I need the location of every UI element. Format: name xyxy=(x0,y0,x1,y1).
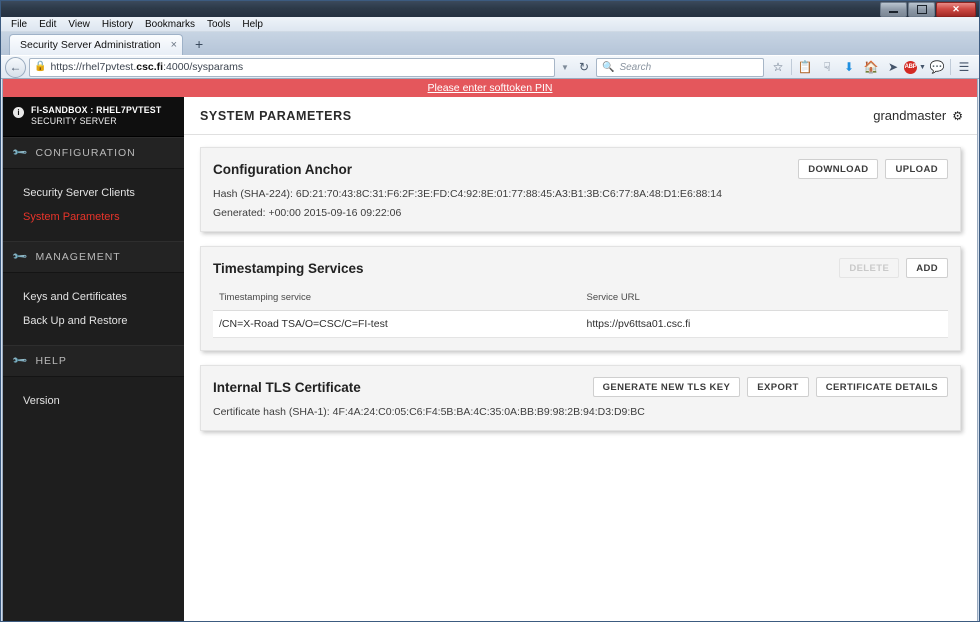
table-header-row: Timestamping service Service URL xyxy=(213,286,948,311)
cell-timestamping-service: /CN=X-Road TSA/O=CSC/C=FI-test xyxy=(213,310,581,338)
address-bar[interactable]: 🔒 https://rhel7pvtest.csc.fi:4000/syspar… xyxy=(29,57,556,77)
download-button[interactable]: DOWNLOAD xyxy=(798,158,879,180)
close-button[interactable]: ✕ xyxy=(936,1,976,17)
softtoken-pin-link[interactable]: Please enter softtoken PIN xyxy=(428,82,553,94)
tab-close-icon[interactable]: × xyxy=(171,39,177,51)
panel-title: Internal TLS Certificate xyxy=(213,379,361,395)
home-icon[interactable]: 🏠 xyxy=(860,57,882,77)
certificate-details-button[interactable]: CERTIFICATE DETAILS xyxy=(815,376,948,398)
menu-bar: File Edit View History Bookmarks Tools H… xyxy=(1,17,979,32)
panel-configuration-anchor: Configuration Anchor DOWNLOAD UPLOAD Has… xyxy=(200,147,961,232)
menu-help[interactable]: Help xyxy=(236,19,269,30)
wrench-icon: 🔧 xyxy=(12,144,30,162)
downloads-icon[interactable]: ⬇ xyxy=(838,57,860,77)
page-title: SYSTEM PARAMETERS xyxy=(200,108,352,123)
menu-file[interactable]: File xyxy=(5,19,33,30)
menu-view[interactable]: View xyxy=(62,19,96,30)
toolbar-divider-2 xyxy=(950,59,951,75)
back-arrow-icon: ← xyxy=(9,60,22,74)
panel-title: Configuration Anchor xyxy=(213,161,352,177)
send-tab-icon[interactable]: ➤ xyxy=(882,57,904,77)
main-panels: Configuration Anchor DOWNLOAD UPLOAD Has… xyxy=(184,135,977,621)
search-icon: 🔍 xyxy=(602,61,615,73)
softtoken-pin-alert: Please enter softtoken PIN xyxy=(3,79,977,97)
chat-icon[interactable]: 💬 xyxy=(926,57,948,77)
column-header-service-url[interactable]: Service URL xyxy=(580,286,948,311)
tab-security-server-administration[interactable]: Security Server Administration × xyxy=(9,34,184,55)
sidebar-section-label: HELP xyxy=(35,354,67,367)
pocket-shield-icon[interactable]: ☟ xyxy=(816,57,838,77)
browser-window: ✕ File Edit View History Bookmarks Tools… xyxy=(0,0,980,622)
sidebar-section-help: 🔧 HELP xyxy=(3,344,184,377)
menu-bookmarks[interactable]: Bookmarks xyxy=(139,19,201,30)
content-header: SYSTEM PARAMETERS grandmaster ⚙ xyxy=(184,97,977,135)
content-area: SYSTEM PARAMETERS grandmaster ⚙ Configur… xyxy=(184,97,977,621)
app-body: i FI-SANDBOX : RHEL7PVTEST SECURITY SERV… xyxy=(3,97,977,621)
title-bar: ✕ xyxy=(1,1,979,17)
anchor-generated: Generated: +00:00 2015-09-16 09:22:06 xyxy=(213,207,402,219)
add-button[interactable]: ADD xyxy=(906,257,948,279)
close-icon: ✕ xyxy=(952,3,960,14)
server-info-icon: i xyxy=(13,107,24,118)
sidebar-item-system-parameters[interactable]: System Parameters xyxy=(3,205,184,229)
sidebar: i FI-SANDBOX : RHEL7PVTEST SECURITY SERV… xyxy=(3,97,184,621)
sidebar-server-role: SECURITY SERVER xyxy=(31,115,117,126)
maximize-button[interactable] xyxy=(908,1,935,17)
search-box[interactable]: 🔍 Search xyxy=(596,57,764,77)
url-text: https://rhel7pvtest.csc.fi:4000/sysparam… xyxy=(50,61,244,73)
address-dropdown-icon[interactable]: ▼ xyxy=(558,63,572,72)
generate-new-tls-key-button[interactable]: GENERATE NEW TLS KEY xyxy=(592,376,741,398)
panel-internal-tls-certificate: Internal TLS Certificate GENERATE NEW TL… xyxy=(200,365,961,431)
chevron-down-icon: ▼ xyxy=(919,63,926,71)
sidebar-item-version[interactable]: Version xyxy=(3,389,184,413)
sidebar-item-back-up-and-restore[interactable]: Back Up and Restore xyxy=(3,309,184,333)
reload-icon[interactable]: ↻ xyxy=(575,61,593,73)
sidebar-server-header: i FI-SANDBOX : RHEL7PVTEST SECURITY SERV… xyxy=(3,97,184,137)
tab-label: Security Server Administration xyxy=(20,39,161,51)
sidebar-server-name: FI-SANDBOX : RHEL7PVTEST xyxy=(31,105,162,115)
search-placeholder: Search xyxy=(619,61,652,73)
back-button[interactable]: ← xyxy=(5,56,26,78)
toolbar-icons: ☆ 📋 ☟ ⬇ 🏠 ➤ ABP ▼ 💬 ☰ xyxy=(767,57,975,77)
panel-title: Timestamping Services xyxy=(213,260,364,276)
menu-edit[interactable]: Edit xyxy=(33,19,62,30)
timestamping-services-table: Timestamping service Service URL /CN=X-R… xyxy=(213,286,948,338)
reading-list-icon[interactable]: 📋 xyxy=(794,57,816,77)
table-row[interactable]: /CN=X-Road TSA/O=CSC/C=FI-test https://p… xyxy=(213,310,948,338)
lock-icon: 🔒 xyxy=(34,61,47,72)
menu-history[interactable]: History xyxy=(96,19,139,30)
user-name: grandmaster xyxy=(873,108,947,123)
hamburger-menu-icon[interactable]: ☰ xyxy=(953,57,975,77)
sidebar-section-label: MANAGEMENT xyxy=(35,250,121,263)
window-controls: ✕ xyxy=(880,1,976,17)
toolbar-divider xyxy=(791,59,792,75)
sidebar-item-keys-and-certificates[interactable]: Keys and Certificates xyxy=(3,285,184,309)
upload-button[interactable]: UPLOAD xyxy=(885,158,948,180)
sidebar-section-label: CONFIGURATION xyxy=(35,146,136,159)
panel-timestamping-services: Timestamping Services DELETE ADD Timesta… xyxy=(200,246,961,351)
cell-service-url: https://pv6ttsa01.csc.fi xyxy=(580,310,948,338)
adblock-plus-icon[interactable]: ABP ▼ xyxy=(904,57,926,77)
gear-icon[interactable]: ⚙ xyxy=(952,109,963,123)
sidebar-item-security-server-clients[interactable]: Security Server Clients xyxy=(3,181,184,205)
certificate-hash: Certificate hash (SHA-1): 4F:4A:24:C0:05… xyxy=(213,406,645,418)
delete-button: DELETE xyxy=(839,257,900,279)
user-menu[interactable]: grandmaster ⚙ xyxy=(873,108,963,123)
adblock-badge: ABP xyxy=(904,60,918,74)
anchor-hash: Hash (SHA-224): 6D:21:70:43:8C:31:F6:2F:… xyxy=(213,188,722,200)
column-header-timestamping-service[interactable]: Timestamping service xyxy=(213,286,581,311)
sidebar-section-management: 🔧 MANAGEMENT xyxy=(3,240,184,273)
tab-strip: Security Server Administration × + xyxy=(1,32,979,55)
navigation-bar: ← 🔒 https://rhel7pvtest.csc.fi:4000/sysp… xyxy=(1,55,979,79)
wrench-icon: 🔧 xyxy=(12,352,30,370)
minimize-button[interactable] xyxy=(880,1,907,17)
sidebar-section-configuration: 🔧 CONFIGURATION xyxy=(3,136,184,169)
menu-tools[interactable]: Tools xyxy=(201,19,236,30)
new-tab-button[interactable]: + xyxy=(189,35,209,53)
bookmark-star-icon[interactable]: ☆ xyxy=(767,57,789,77)
page-viewport: Please enter softtoken PIN i FI-SANDBOX … xyxy=(2,79,978,621)
wrench-icon: 🔧 xyxy=(12,248,30,266)
export-button[interactable]: EXPORT xyxy=(747,376,809,398)
